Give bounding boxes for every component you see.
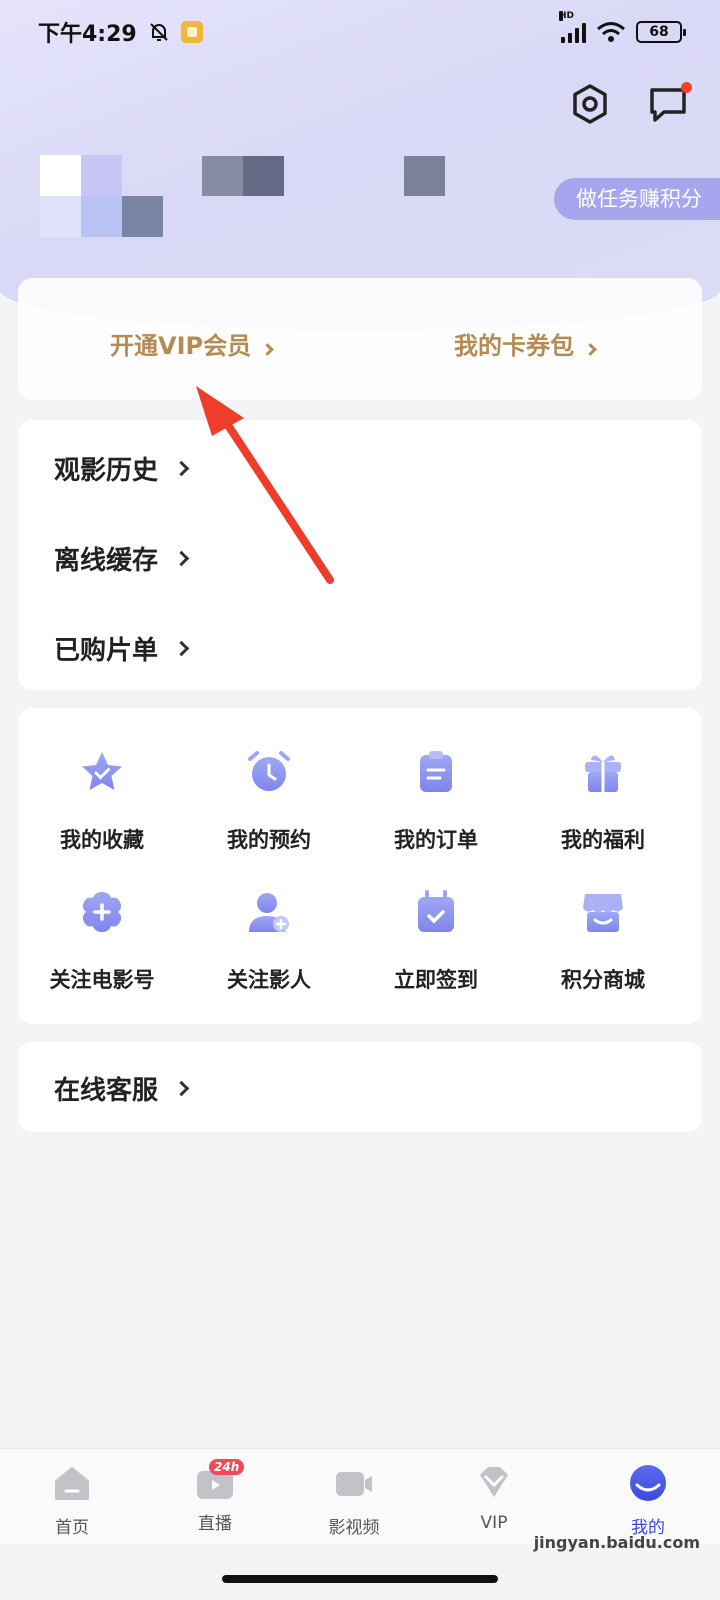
settings-icon[interactable] <box>568 82 612 126</box>
chevron-right-icon <box>261 343 274 356</box>
watermark-text: jingyan.baidu.com <box>533 1533 700 1552</box>
add-person-icon <box>249 893 289 932</box>
live-24h-badge: 24h <box>209 1459 245 1475</box>
battery-level: 68 <box>649 24 669 40</box>
grid-item-label: 我的订单 <box>394 828 478 852</box>
video-camera-icon <box>336 1472 372 1496</box>
grid-item-points-mall[interactable]: 积分商城 <box>533 888 673 994</box>
avatar[interactable] <box>40 155 164 237</box>
grid-item-benefits[interactable]: 我的福利 <box>533 748 673 854</box>
list-item-label: 已购片单 <box>54 636 159 666</box>
tab-label: VIP <box>480 1513 508 1533</box>
grid-item-check-in[interactable]: 立即签到 <box>366 888 506 994</box>
calendar-check-icon <box>418 890 454 932</box>
history-list-card: 观影历史 离线缓存 已购片单 <box>18 420 702 690</box>
wifi-icon <box>597 22 625 42</box>
chevron-right-icon <box>173 1080 190 1097</box>
tab-live[interactable]: 24h 直播 <box>165 1459 265 1534</box>
grid-item-label: 我的预约 <box>227 828 311 852</box>
list-item-watch-history[interactable]: 观影历史 <box>54 450 190 487</box>
list-item-online-service[interactable]: 在线客服 <box>54 1070 190 1107</box>
home-indicator[interactable] <box>222 1575 498 1583</box>
clipboard-icon <box>420 751 452 792</box>
tab-label: 首页 <box>55 1518 89 1538</box>
tab-mine[interactable]: 我的 <box>598 1463 698 1538</box>
list-item-label: 观影历史 <box>54 456 159 486</box>
open-vip-link[interactable]: 开通VIP会员 <box>110 326 274 361</box>
grid-item-favorites[interactable]: 我的收藏 <box>32 748 172 854</box>
customer-service-card: 在线客服 <box>18 1042 702 1132</box>
tab-label: 直播 <box>198 1514 232 1534</box>
notification-app-icon <box>180 21 203 43</box>
list-item-label: 在线客服 <box>54 1076 159 1106</box>
coupons-label: 我的卡券包 <box>454 332 574 360</box>
diamond-icon <box>480 1467 508 1497</box>
chevron-right-icon <box>173 550 190 567</box>
grid-item-label: 关注电影号 <box>49 968 155 992</box>
grid-item-label: 积分商城 <box>561 968 645 992</box>
grid-item-label: 立即签到 <box>394 968 478 992</box>
open-vip-label: 开通VIP会员 <box>110 332 252 360</box>
battery-icon: 68 <box>636 21 686 43</box>
list-item-purchased[interactable]: 已购片单 <box>54 630 190 667</box>
star-icon <box>82 752 122 790</box>
grid-item-label: 我的福利 <box>561 828 645 852</box>
list-item-offline-cache[interactable]: 离线缓存 <box>54 540 190 577</box>
mute-bell-icon <box>150 23 168 41</box>
tab-short-video[interactable]: 影视频 <box>304 1463 404 1538</box>
tab-label: 影视频 <box>328 1518 380 1538</box>
list-item-label: 离线缓存 <box>54 546 159 576</box>
user-name[interactable] <box>202 156 452 196</box>
feature-grid-card: 我的收藏 我的预约 我的订单 我的福利 关注电影号 关注影人 立即签到 积分商城 <box>18 708 702 1024</box>
chevron-right-icon <box>584 343 597 356</box>
grid-item-follow-movie-account[interactable]: 关注电影号 <box>32 888 172 994</box>
vip-card: 开通VIP会员 我的卡券包 <box>18 278 702 400</box>
signal-hd-label: HD <box>559 11 575 21</box>
store-icon <box>583 894 623 932</box>
home-icon <box>55 1467 89 1500</box>
gift-icon <box>585 755 621 792</box>
tv-live-icon: 24h <box>195 1459 245 1503</box>
tab-vip[interactable]: VIP <box>444 1463 544 1533</box>
status-bar: 下午4:29 HD 68 <box>0 0 720 64</box>
earn-points-task-button[interactable]: 做任务赚积分 <box>554 178 720 220</box>
message-button[interactable] <box>646 82 692 126</box>
status-time: 下午4:29 <box>38 22 137 47</box>
chevron-right-icon <box>173 640 190 657</box>
coupons-link[interactable]: 我的卡券包 <box>454 326 597 361</box>
unread-dot <box>681 82 692 93</box>
grid-item-follow-people[interactable]: 关注影人 <box>199 888 339 994</box>
alarm-clock-icon <box>248 751 290 791</box>
plus-flower-icon <box>82 892 122 932</box>
profile-icon <box>630 1465 666 1501</box>
grid-item-reservations[interactable]: 我的预约 <box>199 748 339 854</box>
grid-item-label: 我的收藏 <box>60 828 144 852</box>
chevron-right-icon <box>173 460 190 477</box>
header-actions <box>568 82 692 126</box>
tab-home[interactable]: 首页 <box>22 1463 122 1538</box>
grid-item-orders[interactable]: 我的订单 <box>366 748 506 854</box>
bottom-tab-bar: 首页 24h 直播 影视频 VIP 我的 <box>0 1448 720 1544</box>
grid-item-label: 关注影人 <box>227 968 311 992</box>
signal-icon: HD <box>559 11 586 43</box>
